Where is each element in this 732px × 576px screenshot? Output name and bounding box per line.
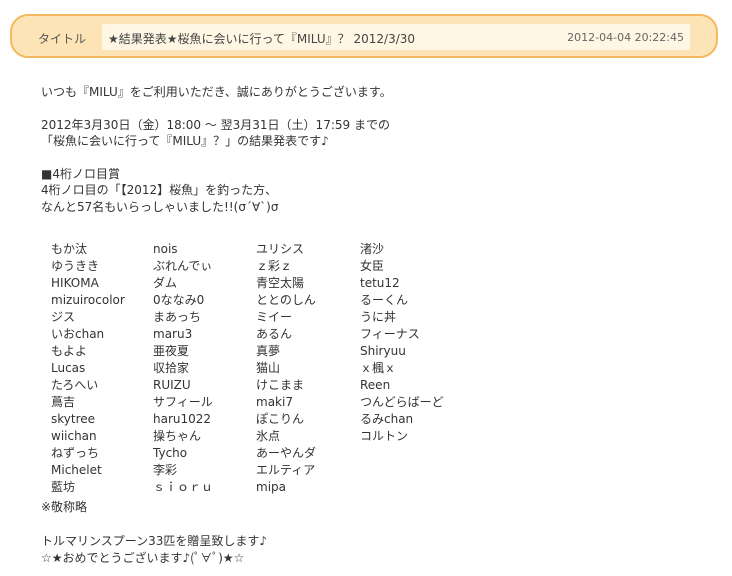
- winner-name: mipa: [256, 480, 286, 494]
- winner-name: 氷点: [256, 429, 281, 443]
- gift-text: トルマリンスプーン33匹を贈呈致します♪: [41, 534, 268, 548]
- event-period-line: 2012年3月30日（金）18:00 ～ 翌3月31日（土）17:59 までの: [41, 117, 390, 132]
- winner-name: もよよ: [51, 344, 88, 358]
- winner-name: ダム: [153, 276, 178, 290]
- winner-name: mizuirocolor: [51, 293, 125, 307]
- winner-name: Reen: [360, 378, 391, 392]
- winner-name: 青空太陽: [256, 276, 305, 290]
- winner-name: 女臣: [360, 259, 385, 273]
- winner-column-3: ユリシス ｚ彩ｚ 青空太陽ととのしんミイーあるん真夢猫山けこまま maki7 ぽこりん氷…: [256, 241, 361, 496]
- winner-name: RUIZU: [153, 378, 191, 392]
- winner-name: ぶれんでぃ: [153, 259, 213, 273]
- winner-name: エルティア: [256, 463, 316, 477]
- winner-name: ｘ楓ｘ: [360, 361, 397, 375]
- congratulations-text: ☆★おめでとうございます♪(ﾟ∀ﾟ)★☆: [41, 551, 245, 565]
- winner-name: 渚沙: [360, 242, 385, 256]
- winner-name: 操ちゃん: [153, 429, 202, 443]
- winner-name: ぽこりん: [256, 412, 305, 426]
- winner-name: 0ななみ0: [153, 293, 205, 307]
- winner-name: まあっち: [153, 310, 202, 324]
- winner-name: ミイー: [256, 310, 293, 324]
- winner-name: もか汰: [51, 242, 88, 256]
- winner-name: 藍坊: [51, 480, 76, 494]
- winner-name: るーくん: [360, 293, 409, 307]
- winner-name: wiichan: [51, 429, 97, 443]
- winner-name: 蔦吉: [51, 395, 76, 409]
- prize-description: 4桁ノロ目の「【2012】桜魚」を釣った方、: [41, 183, 278, 197]
- winner-name: Tycho: [153, 446, 188, 460]
- winner-name: あーやんダ: [256, 446, 317, 460]
- post-footer: ※敬称略 トルマリンスプーン33匹を贈呈致します♪ ☆★おめでとうございます♪(…: [41, 499, 267, 567]
- winner-name: けこまま: [256, 378, 305, 392]
- winner-name: Michelet: [51, 463, 102, 477]
- winner-name: maru3: [153, 327, 193, 341]
- winner-name: フィーナス: [360, 327, 420, 341]
- winner-name: コルトン: [360, 429, 409, 443]
- winner-column-4: 渚沙女臣 tetu12 るーくんうに丼フィーナス Shiryuu ｘ楓ｘ Reen つんどら…: [360, 241, 465, 445]
- winner-name: Shiryuu: [360, 344, 406, 358]
- winner-name: つんどらばーど: [360, 395, 444, 409]
- prize-heading: ■4桁ノロ目賞: [41, 166, 120, 181]
- post-title: ★結果発表★桜魚に会いに行って『MILU』？ 2012/3/30: [108, 32, 416, 46]
- title-bar: タイトル ★結果発表★桜魚に会いに行って『MILU』？ 2012/3/30 20…: [10, 14, 718, 58]
- winner-name: ジス: [51, 310, 76, 324]
- winner-name: ゆうきき: [51, 259, 100, 273]
- post-body: いつも『MILU』をご利用いただき、誠にありがとうございます。 2012年3月3…: [41, 84, 701, 215]
- winner-name: skytree: [51, 412, 96, 426]
- winner-column-1: もか汰ゆうきき HIKOMA mizuirocolor ジスいおchan もよよ Luca…: [51, 241, 156, 496]
- winner-name: ｚ彩ｚ: [256, 259, 293, 273]
- winner-name: あるん: [256, 327, 293, 341]
- post-datetime: 2012-04-04 20:22:45: [567, 31, 684, 44]
- prize-count: なんと57名もいらっしゃいました!!(σ´∀`)σ: [41, 199, 279, 214]
- winner-name: ユリシス: [256, 242, 305, 256]
- winner-name: tetu12: [360, 276, 400, 290]
- winner-name: ｓｉｏｒｕ: [153, 480, 214, 494]
- event-result-line: 「桜魚に会いに行って『MILU』？」の結果発表です♪: [41, 134, 329, 148]
- title-label: タイトル: [38, 32, 87, 46]
- winner-name: ねずっち: [51, 446, 100, 460]
- winner-name: maki7: [256, 395, 293, 409]
- winner-name: ととのしん: [256, 293, 316, 307]
- winner-name: 李彩: [153, 463, 178, 477]
- winner-name: いおchan: [51, 327, 105, 341]
- title-field: ★結果発表★桜魚に会いに行って『MILU』？ 2012/3/30 2012-04…: [102, 24, 690, 50]
- greeting-text: いつも『MILU』をご利用いただき、誠にありがとうございます。: [41, 85, 392, 99]
- winner-name: 真夢: [256, 344, 281, 358]
- winner-name: うに丼: [360, 310, 397, 324]
- winner-name: Lucas: [51, 361, 86, 375]
- winner-name: HIKOMA: [51, 276, 99, 290]
- winner-name: サフィール: [153, 395, 213, 409]
- winner-name: 亜夜夏: [153, 344, 190, 358]
- winner-name: haru1022: [153, 412, 212, 426]
- winner-name: nois: [153, 242, 178, 256]
- honorific-note: ※敬称略: [41, 500, 88, 514]
- winner-column-2: nois ぶれんでぃダム 0ななみ0 まあっち maru3 亜夜夏収拾家 RUIZU サフィー…: [153, 241, 258, 496]
- winner-name: るみchan: [360, 412, 414, 426]
- winner-name: 猫山: [256, 361, 281, 375]
- winner-name: たろへい: [51, 378, 99, 392]
- winner-name: 収拾家: [153, 361, 190, 375]
